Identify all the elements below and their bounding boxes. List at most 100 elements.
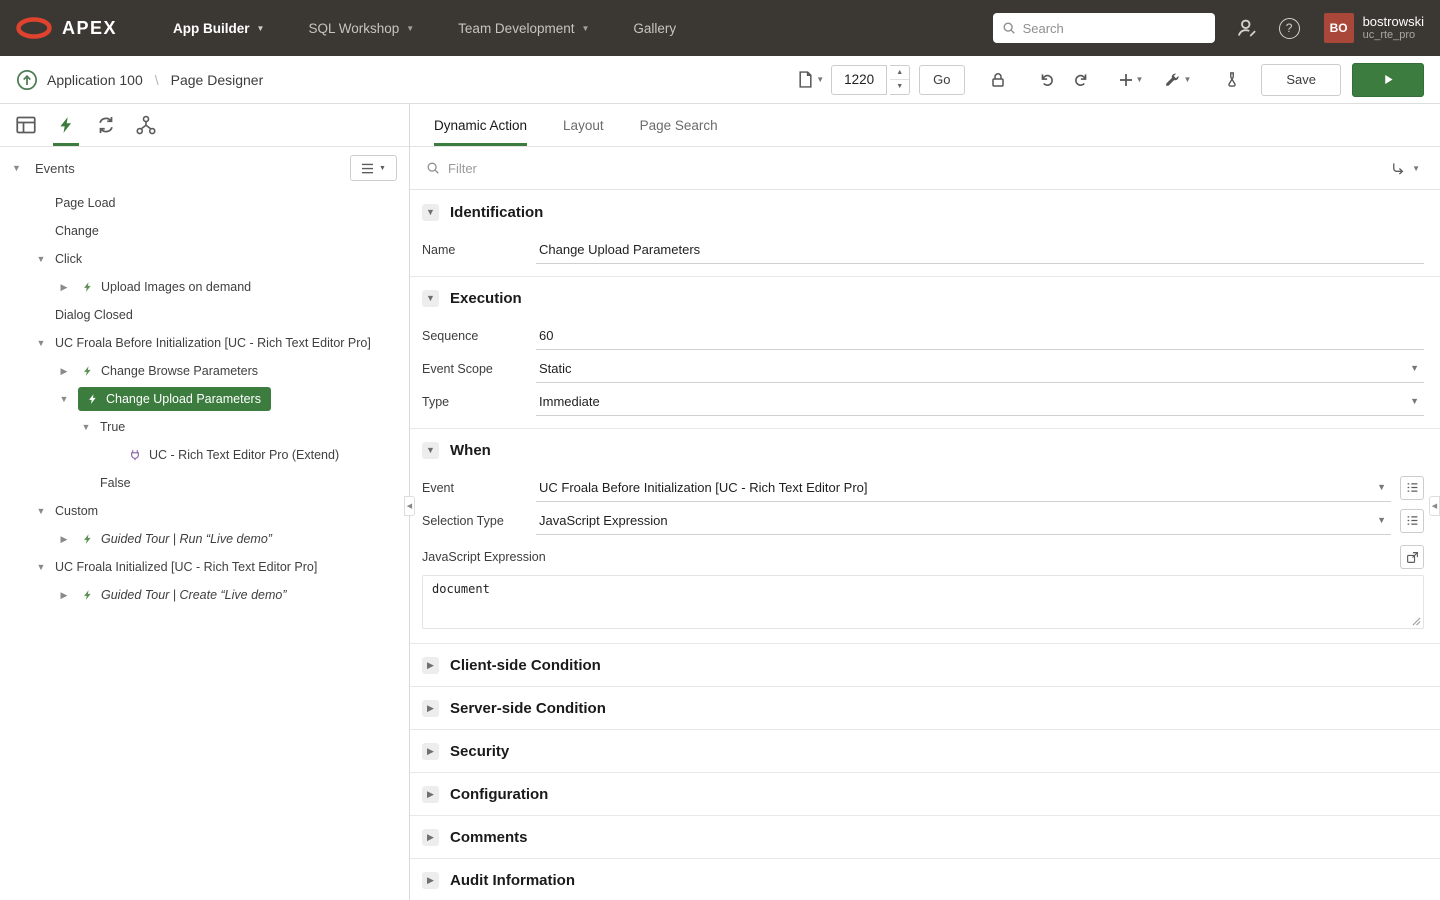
chevron-down-icon[interactable]: ▼: [33, 506, 49, 516]
chevron-right-icon[interactable]: ▶: [56, 590, 72, 601]
nav-app-builder[interactable]: App Builder▼: [151, 0, 286, 56]
chevron-down-icon: ▼: [1377, 515, 1386, 525]
section-header[interactable]: ▶ Server-side Condition: [410, 687, 1440, 729]
nav-gallery[interactable]: Gallery: [611, 0, 698, 56]
selection-type-lov-button[interactable]: [1400, 509, 1424, 533]
collapse-icon[interactable]: ▼: [422, 204, 439, 221]
tree-item-change-browse-parameters[interactable]: ▶ Change Browse Parameters: [0, 357, 409, 385]
expand-icon[interactable]: ▶: [422, 786, 439, 803]
js-expression-textarea[interactable]: document: [423, 576, 1423, 628]
expand-icon[interactable]: ▶: [422, 657, 439, 674]
tree-item-true[interactable]: ▼ True: [0, 413, 409, 441]
tree-root-events[interactable]: ▼ Events ▼: [0, 147, 409, 189]
dynamic-actions-tab[interactable]: [46, 104, 86, 146]
user-avatar[interactable]: BO: [1324, 13, 1354, 43]
expand-icon[interactable]: ▶: [422, 700, 439, 717]
expand-icon[interactable]: ▶: [422, 872, 439, 889]
lock-icon[interactable]: [982, 64, 1014, 96]
shared-components-icon[interactable]: [1216, 64, 1248, 96]
chevron-down-icon[interactable]: ▼: [78, 422, 94, 432]
tree-item-dialog-closed[interactable]: Dialog Closed: [0, 301, 409, 329]
field-name: Name: [410, 233, 1440, 266]
section-header[interactable]: ▼ Identification: [410, 191, 1440, 233]
help-icon[interactable]: ?: [1279, 18, 1300, 39]
rendering-tab[interactable]: [6, 104, 46, 146]
tab-layout[interactable]: Layout: [563, 104, 604, 146]
undo-icon[interactable]: [1031, 64, 1063, 96]
page-number-input[interactable]: [831, 65, 887, 95]
section-header[interactable]: ▶ Client-side Condition: [410, 644, 1440, 686]
tree-item-uc-froala-initialized[interactable]: ▼ UC Froala Initialized [UC - Rich Text …: [0, 553, 409, 581]
tree-item-uc-froala-before-initialization[interactable]: ▼ UC Froala Before Initialization [UC - …: [0, 329, 409, 357]
redo-icon[interactable]: [1066, 64, 1098, 96]
tree-item-uc-rich-text-editor-pro-extend[interactable]: UC - Rich Text Editor Pro (Extend): [0, 441, 409, 469]
tab-page-search[interactable]: Page Search: [640, 104, 718, 146]
filter-bar: ▼: [410, 147, 1440, 190]
tree-item-change[interactable]: Change: [0, 217, 409, 245]
search-input[interactable]: [1023, 21, 1206, 36]
processing-tab[interactable]: [86, 104, 126, 146]
section-security: ▶ Security: [410, 729, 1440, 772]
page-select-menu[interactable]: ▼: [794, 64, 828, 96]
chevron-down-icon: ▼: [257, 24, 265, 33]
resize-handle[interactable]: [1412, 617, 1421, 626]
tree-item-guided-tour-create-live-demo[interactable]: ▶ Guided Tour | Create “Live demo”: [0, 581, 409, 609]
run-page-button[interactable]: [1352, 63, 1424, 97]
tree-item-false[interactable]: False: [0, 469, 409, 497]
account-icon[interactable]: [1237, 18, 1257, 38]
chevron-down-icon: ▼: [406, 24, 414, 33]
step-down-button[interactable]: ▼: [890, 79, 909, 94]
section-header[interactable]: ▼ Execution: [410, 277, 1440, 319]
chevron-right-icon[interactable]: ▶: [56, 366, 72, 377]
event-scope-select[interactable]: Static ▼: [536, 354, 1424, 383]
code-editor-expand-button[interactable]: [1400, 545, 1424, 569]
breadcrumb-application[interactable]: Application 100: [47, 72, 143, 88]
save-button[interactable]: Save: [1261, 64, 1341, 96]
section-header[interactable]: ▼ When: [410, 429, 1440, 471]
section-header[interactable]: ▶ Security: [410, 730, 1440, 772]
section-header[interactable]: ▶ Configuration: [410, 773, 1440, 815]
event-lov-button[interactable]: [1400, 476, 1424, 500]
collapse-left-panel-handle[interactable]: ◀: [404, 496, 415, 516]
tab-dynamic-action[interactable]: Dynamic Action: [434, 104, 527, 146]
tree-root-label: Events: [35, 161, 75, 176]
collapse-right-panel-handle[interactable]: ◀: [1429, 496, 1440, 516]
name-input[interactable]: [539, 242, 1421, 257]
tree-item-guided-tour-run-live-demo[interactable]: ▶ Guided Tour | Run “Live demo”: [0, 525, 409, 553]
expand-icon[interactable]: ▶: [422, 743, 439, 760]
selection-type-select[interactable]: JavaScript Expression ▼: [536, 506, 1391, 535]
tree-item-upload-images-on-demand[interactable]: ▶ Upload Images on demand: [0, 273, 409, 301]
section-header[interactable]: ▶ Audit Information: [410, 859, 1440, 900]
user-name: bostrowski: [1363, 14, 1424, 30]
page-shared-components-tab[interactable]: [126, 104, 166, 146]
go-to-selection-menu[interactable]: ▼: [1386, 157, 1424, 180]
event-select[interactable]: UC Froala Before Initialization [UC - Ri…: [536, 473, 1391, 502]
step-up-button[interactable]: ▲: [890, 66, 909, 80]
tree-item-click[interactable]: ▼ Click: [0, 245, 409, 273]
utilities-menu-button[interactable]: ▼: [1160, 64, 1195, 96]
oracle-apex-logo[interactable]: APEX: [16, 17, 117, 39]
tree-item-custom[interactable]: ▼ Custom: [0, 497, 409, 525]
type-select[interactable]: Immediate ▼: [536, 387, 1424, 416]
section-header[interactable]: ▶ Comments: [410, 816, 1440, 858]
nav-team-development[interactable]: Team Development▼: [436, 0, 611, 56]
filter-input[interactable]: [448, 161, 1378, 176]
create-menu-button[interactable]: ▼: [1115, 64, 1148, 96]
tree-menu-button[interactable]: ▼: [350, 155, 397, 181]
chevron-down-icon[interactable]: ▼: [33, 338, 49, 348]
go-button[interactable]: Go: [919, 65, 964, 95]
chevron-down-icon[interactable]: ▼: [12, 163, 28, 173]
expand-icon[interactable]: ▶: [422, 829, 439, 846]
chevron-down-icon: ▼: [1412, 164, 1420, 173]
collapse-icon[interactable]: ▼: [422, 290, 439, 307]
nav-sql-workshop[interactable]: SQL Workshop▼: [286, 0, 436, 56]
chevron-right-icon[interactable]: ▶: [56, 282, 72, 293]
tree-item-page-load[interactable]: Page Load: [0, 189, 409, 217]
collapse-icon[interactable]: ▼: [422, 442, 439, 459]
chevron-down-icon[interactable]: ▼: [56, 394, 72, 404]
chevron-down-icon[interactable]: ▼: [33, 254, 49, 264]
chevron-down-icon[interactable]: ▼: [33, 562, 49, 572]
tree-item-change-upload-parameters[interactable]: ▼ Change Upload Parameters: [0, 385, 409, 413]
sequence-input[interactable]: [539, 328, 1421, 343]
chevron-right-icon[interactable]: ▶: [56, 534, 72, 545]
